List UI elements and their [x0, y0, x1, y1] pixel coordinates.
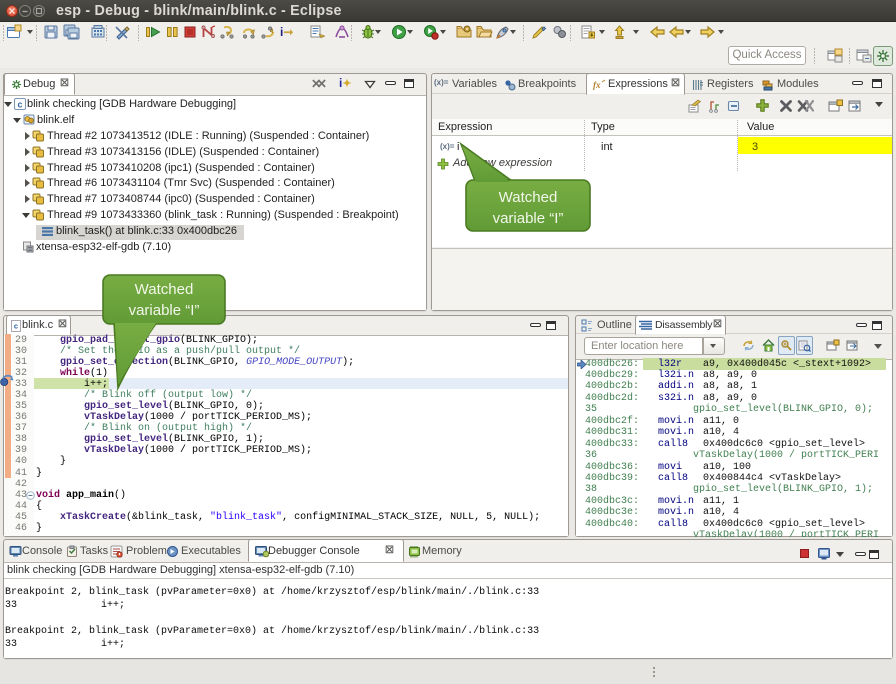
svg-text:variable “I”: variable “I”: [129, 302, 200, 319]
svg-text:c: c: [17, 100, 22, 110]
svg-text:Watched: Watched: [499, 189, 558, 206]
svg-text:c: c: [14, 322, 18, 331]
svg-text:fx: fx: [593, 80, 601, 90]
svg-text:variable “I”: variable “I”: [493, 210, 564, 227]
svg-text:Watched: Watched: [135, 281, 194, 298]
